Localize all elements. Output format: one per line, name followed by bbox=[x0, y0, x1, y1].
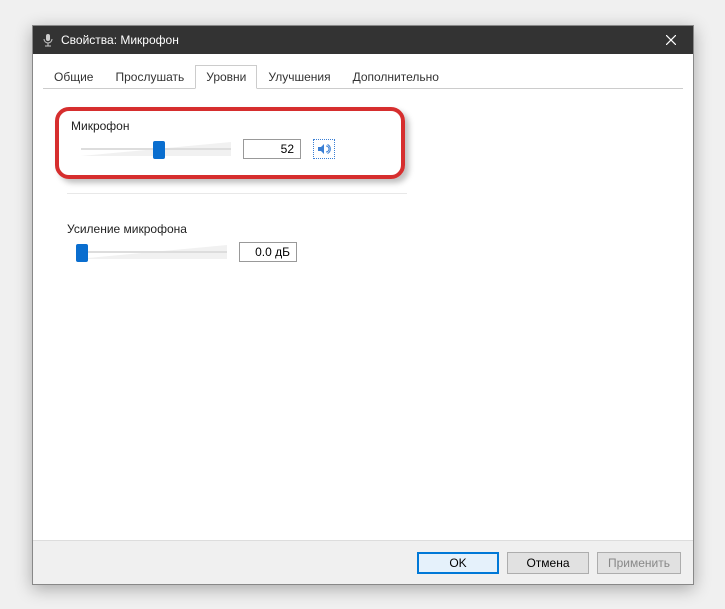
properties-dialog: Свойства: Микрофон Общие Прослушать Уров… bbox=[32, 25, 694, 585]
boost-slider-row: 0.0 дБ bbox=[67, 242, 393, 262]
tab-content: Микрофон 52 Усиление микр bbox=[33, 89, 693, 280]
mute-button[interactable] bbox=[313, 139, 335, 159]
microphone-label: Микрофон bbox=[71, 119, 389, 133]
tab-general[interactable]: Общие bbox=[43, 65, 104, 89]
tabs: Общие Прослушать Уровни Улучшения Дополн… bbox=[43, 64, 683, 89]
close-button[interactable] bbox=[648, 26, 693, 54]
tab-enhancements[interactable]: Улучшения bbox=[257, 65, 341, 89]
dialog-buttons: OK Отмена Применить bbox=[33, 540, 693, 584]
window-title: Свойства: Микрофон bbox=[61, 33, 179, 47]
boost-label: Усиление микрофона bbox=[67, 222, 393, 236]
microphone-boost-group: Усиление микрофона 0.0 дБ bbox=[55, 222, 405, 262]
boost-slider[interactable] bbox=[77, 242, 227, 262]
cancel-button[interactable]: Отмена bbox=[507, 552, 589, 574]
microphone-slider-thumb[interactable] bbox=[153, 141, 165, 159]
microphone-level-group: Микрофон 52 bbox=[55, 107, 405, 179]
boost-value: 0.0 дБ bbox=[239, 242, 297, 262]
titlebar: Свойства: Микрофон bbox=[33, 26, 693, 54]
tab-levels[interactable]: Уровни bbox=[195, 65, 257, 89]
close-icon bbox=[666, 35, 676, 45]
ok-button[interactable]: OK bbox=[417, 552, 499, 574]
tab-advanced[interactable]: Дополнительно bbox=[342, 65, 450, 89]
tab-listen[interactable]: Прослушать bbox=[104, 65, 195, 89]
apply-button[interactable]: Применить bbox=[597, 552, 681, 574]
divider bbox=[67, 193, 407, 194]
speaker-icon bbox=[317, 142, 331, 156]
microphone-slider[interactable] bbox=[81, 139, 231, 159]
microphone-value: 52 bbox=[243, 139, 301, 159]
boost-slider-thumb[interactable] bbox=[76, 244, 88, 262]
microphone-icon bbox=[41, 33, 55, 47]
microphone-slider-row: 52 bbox=[71, 139, 389, 159]
